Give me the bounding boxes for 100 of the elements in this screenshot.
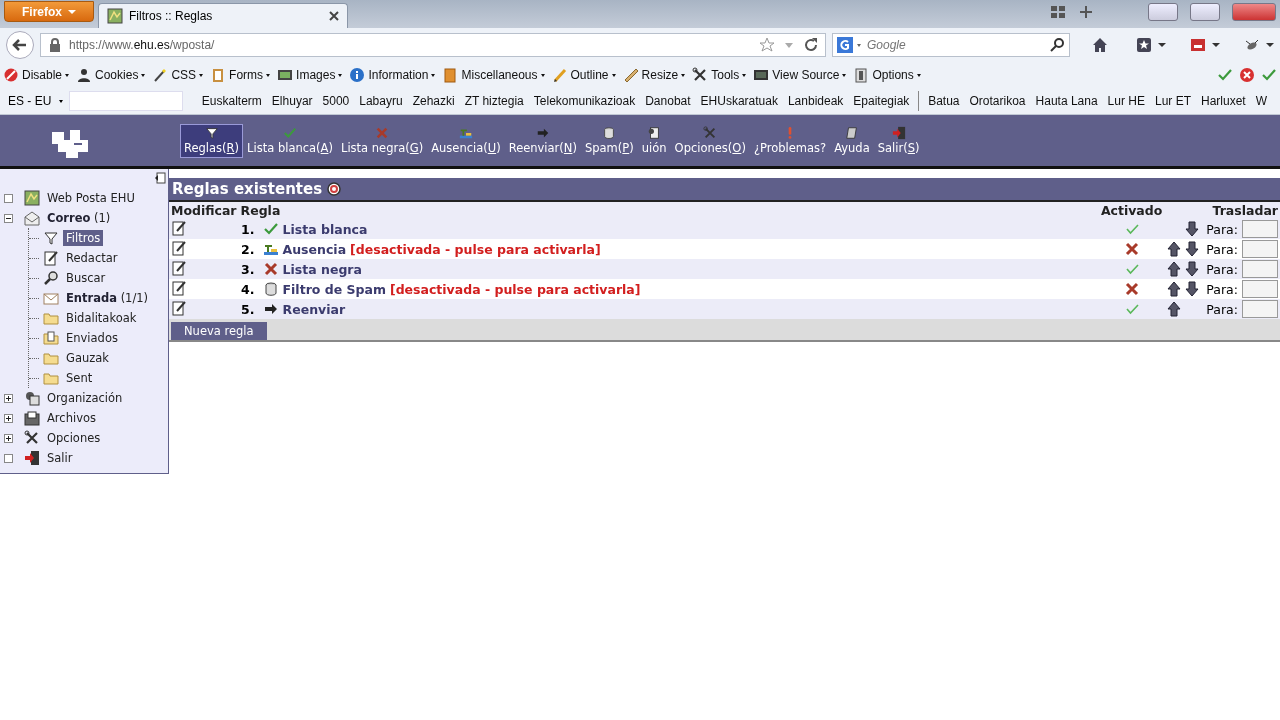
- toolbar-menu[interactable]: Disable: [3, 67, 70, 83]
- search-engine-icon[interactable]: [837, 37, 853, 53]
- down-arrow-icon[interactable]: [1184, 261, 1201, 277]
- bug-icon[interactable]: [1244, 37, 1260, 53]
- tree-item[interactable]: Redactar: [63, 250, 121, 266]
- addon-icon[interactable]: [1190, 37, 1206, 53]
- tree-toggle[interactable]: [4, 413, 13, 423]
- position-field[interactable]: [1242, 280, 1278, 298]
- position-field[interactable]: [1242, 260, 1278, 278]
- position-field[interactable]: [1242, 240, 1278, 258]
- tree-item[interactable]: Web Posta EHU: [44, 190, 138, 206]
- nav-tab[interactable]: Salir(S): [873, 123, 924, 158]
- toolbar-menu[interactable]: Forms: [210, 67, 271, 83]
- lifebuoy-icon[interactable]: [326, 181, 343, 197]
- bookmark-link[interactable]: EHUskaratuak: [695, 94, 783, 108]
- toolbar-menu[interactable]: Information: [349, 67, 436, 83]
- close-icon[interactable]: [329, 11, 339, 21]
- activate-link[interactable]: [desactivada - pulse para activarla]: [350, 241, 601, 257]
- toolbar-menu[interactable]: Options: [853, 67, 921, 83]
- toolbar-menu[interactable]: CSS: [152, 67, 204, 83]
- tree-item[interactable]: Sent: [63, 370, 96, 386]
- rule-link[interactable]: Reenviar: [282, 301, 346, 317]
- bookmark-link[interactable]: Epaitegiak: [848, 94, 915, 108]
- tree-toggle[interactable]: [4, 193, 13, 203]
- browser-tab[interactable]: Filtros :: Reglas: [98, 3, 348, 28]
- bookmark-link[interactable]: Telekomunikazioak: [528, 94, 641, 108]
- bookmark-link[interactable]: W: [1250, 94, 1272, 108]
- nav-tab[interactable]: Spam(P): [580, 123, 638, 158]
- minimize-button[interactable]: [1148, 3, 1178, 21]
- up-arrow-icon[interactable]: [1166, 281, 1183, 297]
- rule-link[interactable]: Ausencia: [282, 241, 347, 257]
- bookmark-link[interactable]: Batua: [923, 94, 965, 108]
- down-arrow-icon[interactable]: [1184, 281, 1201, 297]
- bookmark-link[interactable]: Elhuyar: [266, 94, 318, 108]
- nav-tab[interactable]: ¿Problemas?: [749, 123, 831, 158]
- edit-icon[interactable]: [171, 279, 187, 296]
- tab-groups-icon[interactable]: [1050, 4, 1066, 20]
- bookmark-link[interactable]: Labayru: [354, 94, 408, 108]
- cross-icon[interactable]: [1123, 241, 1140, 257]
- nav-tab[interactable]: Opciones(O): [670, 123, 750, 158]
- text-field[interactable]: [69, 91, 183, 111]
- tree-item[interactable]: Gauzak: [63, 350, 112, 366]
- search-icon[interactable]: [1049, 37, 1065, 53]
- tree-item[interactable]: Correo (1): [44, 210, 114, 226]
- cross-icon[interactable]: [1123, 281, 1140, 297]
- restore-button[interactable]: [1190, 3, 1220, 21]
- up-arrow-icon[interactable]: [1166, 261, 1183, 277]
- nav-tab[interactable]: Lista blanca(A): [243, 123, 337, 158]
- position-field[interactable]: [1242, 300, 1278, 318]
- bookmark-link[interactable]: Danobat: [640, 94, 696, 108]
- back-button[interactable]: [6, 31, 34, 59]
- bookmark-link[interactable]: Orotarikoa: [964, 94, 1031, 108]
- toolbar-menu[interactable]: Outline: [551, 67, 616, 83]
- nav-tab[interactable]: Ayuda: [830, 123, 874, 158]
- language-dropdown[interactable]: ES - EU: [8, 94, 64, 108]
- edit-icon[interactable]: [171, 239, 187, 256]
- nav-tab[interactable]: Reglas(R): [180, 123, 244, 158]
- url-field[interactable]: https://www.ehu.es/wposta/: [40, 33, 826, 57]
- nav-tab[interactable]: Ausencia(U): [427, 123, 505, 158]
- tree-item[interactable]: Opciones: [44, 430, 104, 446]
- edit-icon[interactable]: [171, 219, 187, 236]
- bookmark-link[interactable]: ZT hiztegia: [459, 94, 529, 108]
- up-arrow-icon[interactable]: [1166, 301, 1183, 317]
- down-arrow-icon[interactable]: [1184, 241, 1201, 257]
- rule-link[interactable]: Filtro de Spam: [282, 281, 386, 297]
- tree-item[interactable]: Filtros: [63, 230, 104, 246]
- home-icon[interactable]: [1092, 37, 1108, 53]
- nav-tab[interactable]: Lista negra(G): [337, 123, 428, 158]
- rule-link[interactable]: Lista negra: [282, 261, 362, 277]
- edit-icon[interactable]: [171, 299, 187, 316]
- new-tab-icon[interactable]: [1078, 4, 1094, 20]
- new-rule-button[interactable]: Nueva regla: [171, 322, 267, 340]
- tree-item[interactable]: Entrada (1/1): [63, 290, 152, 306]
- bookmark-link[interactable]: Lur HE: [1102, 94, 1150, 108]
- tree-item[interactable]: Enviados: [63, 330, 121, 346]
- tree-item[interactable]: Archivos: [44, 410, 99, 426]
- toolbar-menu[interactable]: Images: [277, 67, 343, 83]
- bookmark-link[interactable]: 5000: [317, 94, 355, 108]
- search-box[interactable]: Google: [832, 33, 1070, 57]
- tree-item[interactable]: Buscar: [63, 270, 109, 286]
- nav-tab[interactable]: uión: [637, 123, 671, 158]
- tree-toggle[interactable]: [4, 393, 13, 403]
- bookmark-link[interactable]: Euskalterm: [196, 94, 267, 108]
- tree-toggle[interactable]: [4, 433, 13, 443]
- down-arrow-icon[interactable]: [1184, 221, 1201, 237]
- collapse-sidebar-icon[interactable]: [154, 172, 166, 184]
- tree-toggle[interactable]: [4, 453, 13, 463]
- nav-tab[interactable]: Reenviar(N): [504, 123, 581, 158]
- toolbar-menu[interactable]: Miscellaneous: [442, 67, 545, 83]
- up-arrow-icon[interactable]: [1166, 241, 1183, 257]
- bookmark-link[interactable]: Lanbideak: [782, 94, 849, 108]
- toolbar-menu[interactable]: Tools: [692, 67, 747, 83]
- star-icon[interactable]: [759, 37, 775, 53]
- bookmarks-icon[interactable]: [1136, 37, 1152, 53]
- tree-item[interactable]: Organización: [44, 390, 126, 406]
- activate-link[interactable]: [desactivada - pulse para activarla]: [389, 281, 641, 297]
- tree-item[interactable]: Bidalitakoak: [63, 310, 140, 326]
- toolbar-menu[interactable]: Resize: [622, 67, 686, 83]
- position-field[interactable]: [1242, 220, 1278, 238]
- bookmark-link[interactable]: Harluxet: [1196, 94, 1251, 108]
